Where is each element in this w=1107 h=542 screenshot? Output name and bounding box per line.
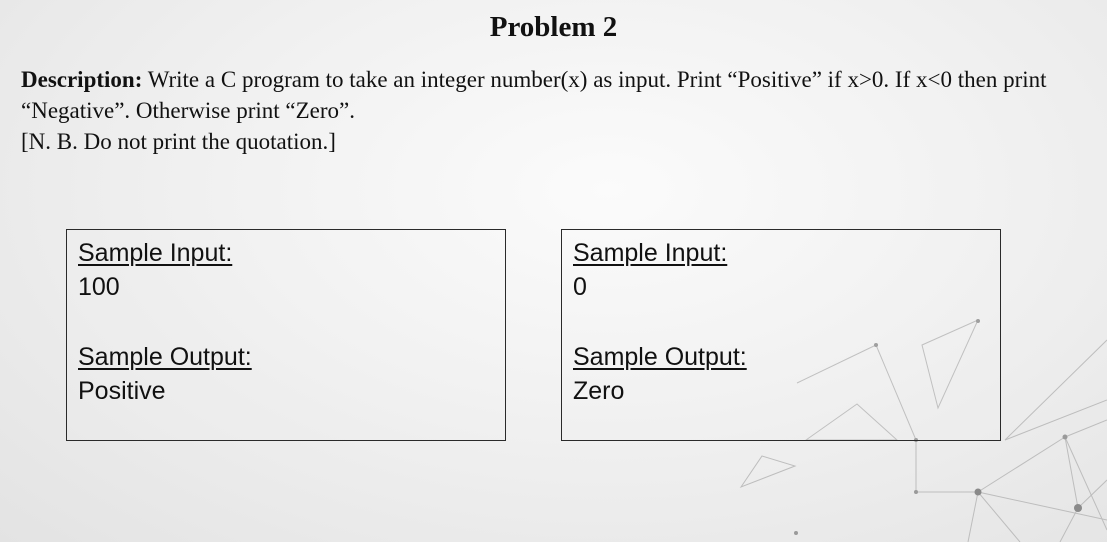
sample-output-label: Sample Output: [573, 343, 747, 371]
slide: Problem 2 Description: Write a C program… [0, 0, 1107, 542]
sample-output-value: Zero [573, 377, 625, 405]
description-text: Write a C program to take an integer num… [21, 67, 1047, 123]
problem-description: Description: Write a C program to take a… [21, 64, 1081, 157]
description-note: [N. B. Do not print the quotation.] [21, 129, 336, 154]
page-title: Problem 2 [489, 11, 618, 43]
sample-input-value: 100 [78, 273, 120, 301]
sample-input-value: 0 [573, 273, 587, 301]
sample-input-label: Sample Input: [78, 239, 233, 267]
sample-output-label: Sample Output: [78, 343, 252, 371]
sample-output-value: Positive [78, 377, 166, 405]
sample-input-label: Sample Input: [573, 239, 728, 267]
sample-box-2: Sample Input: 0 Sample Output: Zero [561, 229, 1001, 441]
description-label: Description: [21, 67, 143, 92]
sample-box-1: Sample Input: 100 Sample Output: Positiv… [66, 229, 506, 441]
